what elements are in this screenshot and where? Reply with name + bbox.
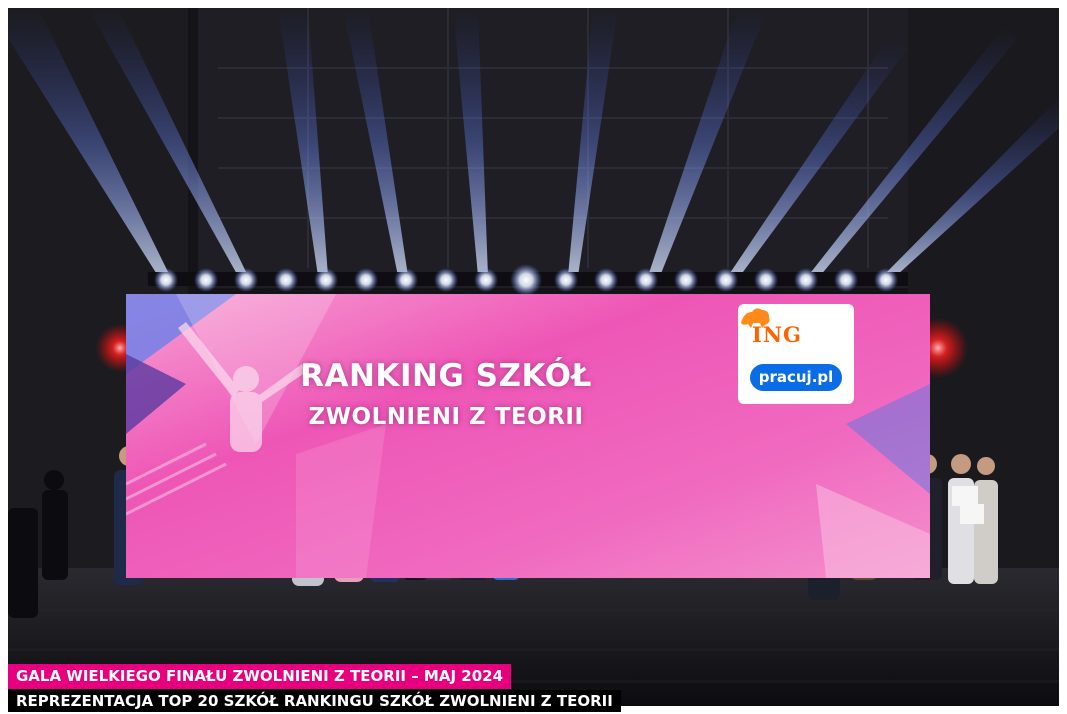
stage-photo: RANKING SZKÓŁ ZWOLNIENI Z TEORII ING pra…	[8, 8, 1059, 706]
event-caption: GALA WIELKIEGO FINAŁU ZWOLNIENI Z TEORII…	[8, 664, 512, 689]
sponsor-logo-box: ING pracuj.pl	[738, 304, 854, 404]
screen-title-line2: ZWOLNIENI Z TEORII	[308, 404, 584, 430]
screen-title-line1: RANKING SZKÓŁ	[300, 358, 592, 394]
description-caption: REPREZENTACJA TOP 20 SZKÓŁ RANKINGU SZKÓ…	[8, 690, 621, 712]
lion-icon	[741, 308, 770, 328]
led-screen: RANKING SZKÓŁ ZWOLNIENI Z TEORII ING pra…	[126, 294, 930, 578]
pracuj-logo: pracuj.pl	[750, 364, 842, 391]
